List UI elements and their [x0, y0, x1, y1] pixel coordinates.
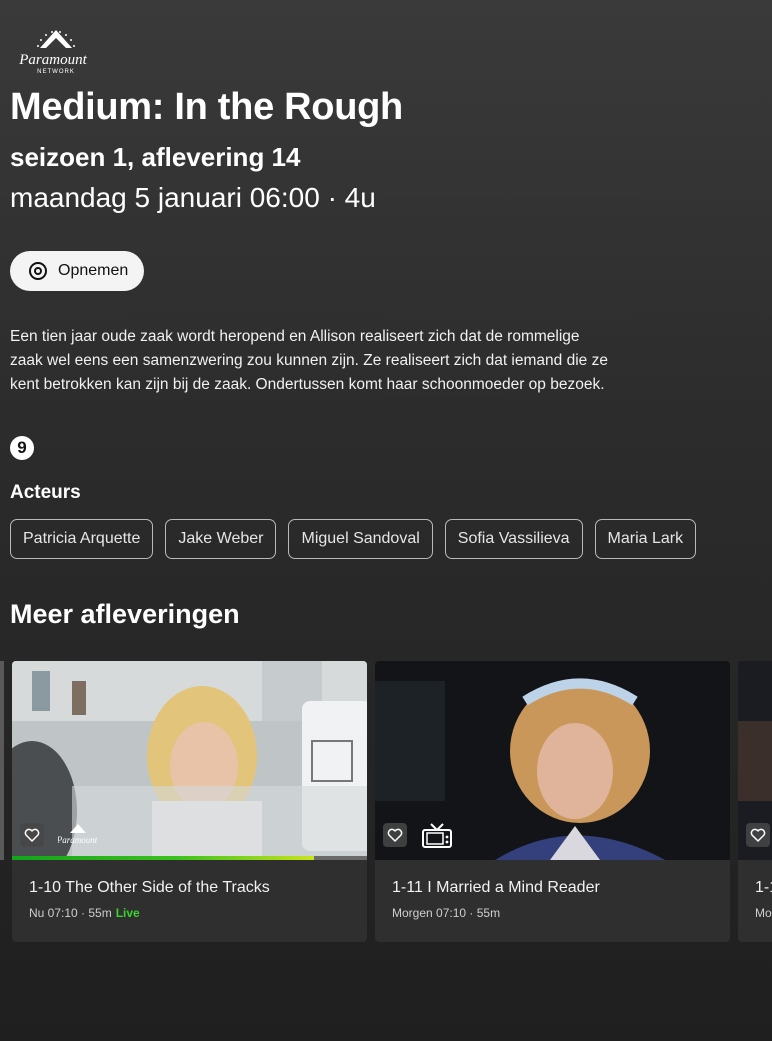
svg-text:NETWORK: NETWORK — [37, 69, 75, 75]
episode-meta: Nu 07:10 · 55m Live — [29, 906, 140, 920]
record-button[interactable]: Opnemen — [10, 251, 144, 291]
actor-chip[interactable]: Sofia Vassilieva — [444, 519, 583, 559]
page-title: Medium: In the Rough — [10, 86, 403, 128]
episode-card[interactable]: Paramount 1-10 The Other Side of the Tra… — [12, 661, 367, 942]
more-episodes-heading: Meer afleveringen — [10, 599, 240, 629]
record-label: Opnemen — [58, 262, 129, 279]
live-badge: Live — [115, 906, 140, 920]
episode-meta: Mo — [755, 906, 772, 920]
svg-text:Paramount: Paramount — [18, 52, 87, 68]
paramount-logo-icon: Paramount — [56, 821, 98, 854]
record-icon — [28, 261, 48, 281]
heart-icon — [387, 828, 403, 842]
program-description: Een tien jaar oude zaak wordt heropend e… — [10, 328, 608, 393]
actors-list: Patricia Arquette Jake Weber Miguel Sand… — [10, 519, 697, 559]
episode-meta: Morgen 07:10 · 55m — [392, 906, 500, 920]
svg-text:Paramount: Paramount — [58, 835, 98, 845]
actor-chip[interactable]: Jake Weber — [165, 519, 277, 559]
episode-time: Morgen 07:10 · 55m — [392, 906, 501, 920]
age-rating-badge: 9 — [10, 436, 34, 460]
actor-chip[interactable]: Patricia Arquette — [10, 519, 154, 559]
episode-card[interactable]: 1-11 I Married a Mind Reader Morgen 07:1… — [375, 661, 730, 942]
episode-title: 1-10 The Other Side of the Tracks — [29, 879, 270, 896]
episode-time: Nu 07:10 · 55m — [29, 906, 112, 920]
tv-icon — [421, 823, 453, 854]
progress-fill — [12, 856, 314, 860]
favorite-button[interactable] — [383, 823, 407, 847]
favorite-button[interactable] — [20, 823, 44, 847]
episode-time: Mo — [755, 906, 772, 920]
episode-title: 1-11 I Married a Mind Reader — [392, 879, 600, 896]
favorite-button[interactable] — [746, 823, 770, 847]
episode-card[interactable]: 1-1 Mo — [738, 661, 772, 942]
episode-thumbnail: Paramount — [12, 661, 367, 860]
episode-thumbnail — [375, 661, 730, 860]
actors-heading: Acteurs — [10, 482, 81, 503]
heart-icon — [24, 828, 40, 842]
progress-bar — [12, 856, 367, 860]
heart-icon — [750, 828, 766, 842]
actor-chip[interactable]: Miguel Sandoval — [288, 519, 433, 559]
episode-thumbnail — [738, 661, 772, 860]
episode-subtitle: seizoen 1, aflevering 14 — [10, 142, 301, 172]
previous-card-edge — [0, 661, 4, 860]
episode-title: 1-1 — [755, 879, 772, 896]
actor-chip[interactable]: Maria Lark — [594, 519, 697, 559]
channel-logo: Paramount NETWORK — [16, 26, 90, 76]
air-datetime: maandag 5 januari 06:00 · 4u — [10, 182, 376, 213]
